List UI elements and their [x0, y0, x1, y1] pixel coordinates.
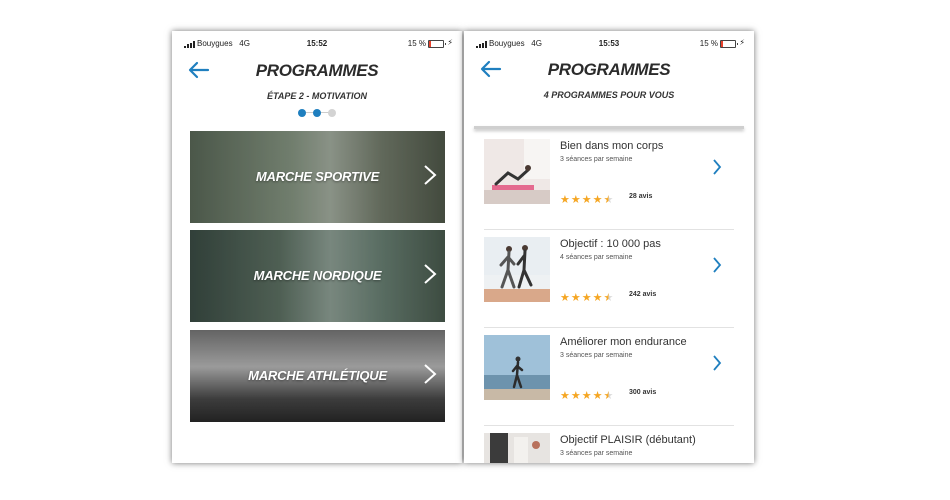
review-count: 242 avis — [629, 291, 657, 298]
program-name: Objectif : 10 000 pas — [560, 238, 661, 250]
step-dot — [313, 109, 321, 117]
phone-screen-programs: Bouygues 4G 15:53 15 % ⚡ PROGRAMMES 4 PR… — [464, 31, 754, 463]
chevron-right-icon[interactable] — [712, 158, 722, 176]
star-icon: ★ — [581, 194, 592, 206]
chevron-right-icon — [424, 364, 437, 384]
results-subtitle: 4 PROGRAMMES POUR VOUS — [543, 90, 675, 100]
star-icon: ★ — [603, 194, 614, 206]
star-icon: ★ — [603, 390, 614, 402]
star-icon: ★ — [592, 390, 603, 402]
step-indicator — [298, 109, 338, 117]
card-marche-nordique[interactable]: MARCHE NORDIQUE — [190, 230, 445, 322]
star-icon: ★ — [592, 194, 603, 206]
program-name: Bien dans mon corps — [560, 140, 664, 152]
card-marche-sportive[interactable]: MARCHE SPORTIVE — [190, 131, 445, 223]
status-bar: Bouygues 4G 15:52 15 % ⚡ — [172, 38, 462, 51]
review-count: 28 avis — [629, 193, 653, 200]
header-divider — [474, 126, 744, 129]
battery-icon — [428, 40, 446, 48]
card-label: MARCHE SPORTIVE — [255, 169, 380, 184]
battery-percent: 15 % — [699, 39, 718, 48]
page-title: PROGRAMMES — [547, 60, 671, 79]
step-dot — [298, 109, 306, 117]
star-icon: ★ — [581, 292, 592, 304]
card-label: MARCHE NORDIQUE — [253, 268, 382, 283]
status-bar: Bouygues 4G 15:53 15 % ⚡ — [464, 38, 754, 51]
chevron-right-icon — [424, 264, 437, 284]
star-icon: ★ — [570, 292, 581, 304]
program-thumbnail — [484, 433, 550, 463]
step-dot — [328, 109, 336, 117]
star-icon: ★ — [560, 390, 570, 402]
program-thumbnail — [484, 139, 550, 204]
star-icon: ★ — [560, 194, 570, 206]
star-rating: ★★★★★ — [560, 190, 614, 206]
card-marche-athletique[interactable]: MARCHE ATHLÉTIQUE — [190, 330, 445, 422]
battery-icon — [720, 40, 738, 48]
star-icon: ★ — [603, 292, 614, 304]
charging-icon: ⚡ — [739, 38, 745, 47]
review-count: 300 avis — [629, 389, 657, 396]
card-label: MARCHE ATHLÉTIQUE — [248, 368, 387, 383]
chevron-right-icon — [424, 165, 437, 185]
program-frequency: 4 séances par semaine — [560, 254, 633, 261]
program-item[interactable]: Bien dans mon corps 3 séances par semain… — [484, 132, 734, 230]
star-icon: ★ — [570, 194, 581, 206]
star-icon: ★ — [581, 390, 592, 402]
program-frequency: 3 séances par semaine — [560, 156, 633, 163]
program-item[interactable]: Objectif PLAISIR (débutant) 3 séances pa… — [484, 426, 734, 463]
program-thumbnail — [484, 335, 550, 400]
star-rating: ★★★★★ — [560, 288, 614, 304]
star-icon: ★ — [560, 292, 570, 304]
program-item[interactable]: Améliorer mon endurance 3 séances par se… — [484, 328, 734, 426]
star-icon: ★ — [592, 292, 603, 304]
chevron-right-icon[interactable] — [712, 256, 722, 274]
phone-screen-step2: Bouygues 4G 15:52 15 % ⚡ PROGRAMMES ÉTAP… — [172, 31, 462, 463]
program-name: Objectif PLAISIR (débutant) — [560, 434, 696, 446]
chevron-right-icon[interactable] — [712, 354, 722, 372]
program-frequency: 3 séances par semaine — [560, 450, 633, 457]
page-title: PROGRAMMES — [255, 61, 379, 80]
battery-percent: 15 % — [407, 39, 426, 48]
program-thumbnail — [484, 237, 550, 302]
star-rating: ★★★★★ — [560, 386, 614, 402]
star-icon: ★ — [570, 390, 581, 402]
program-item[interactable]: Objectif : 10 000 pas 4 séances par sema… — [484, 230, 734, 328]
charging-icon: ⚡ — [447, 38, 453, 47]
program-frequency: 3 séances par semaine — [560, 352, 633, 359]
step-subtitle: ÉTAPE 2 - MOTIVATION — [266, 91, 367, 101]
program-name: Améliorer mon endurance — [560, 336, 687, 348]
